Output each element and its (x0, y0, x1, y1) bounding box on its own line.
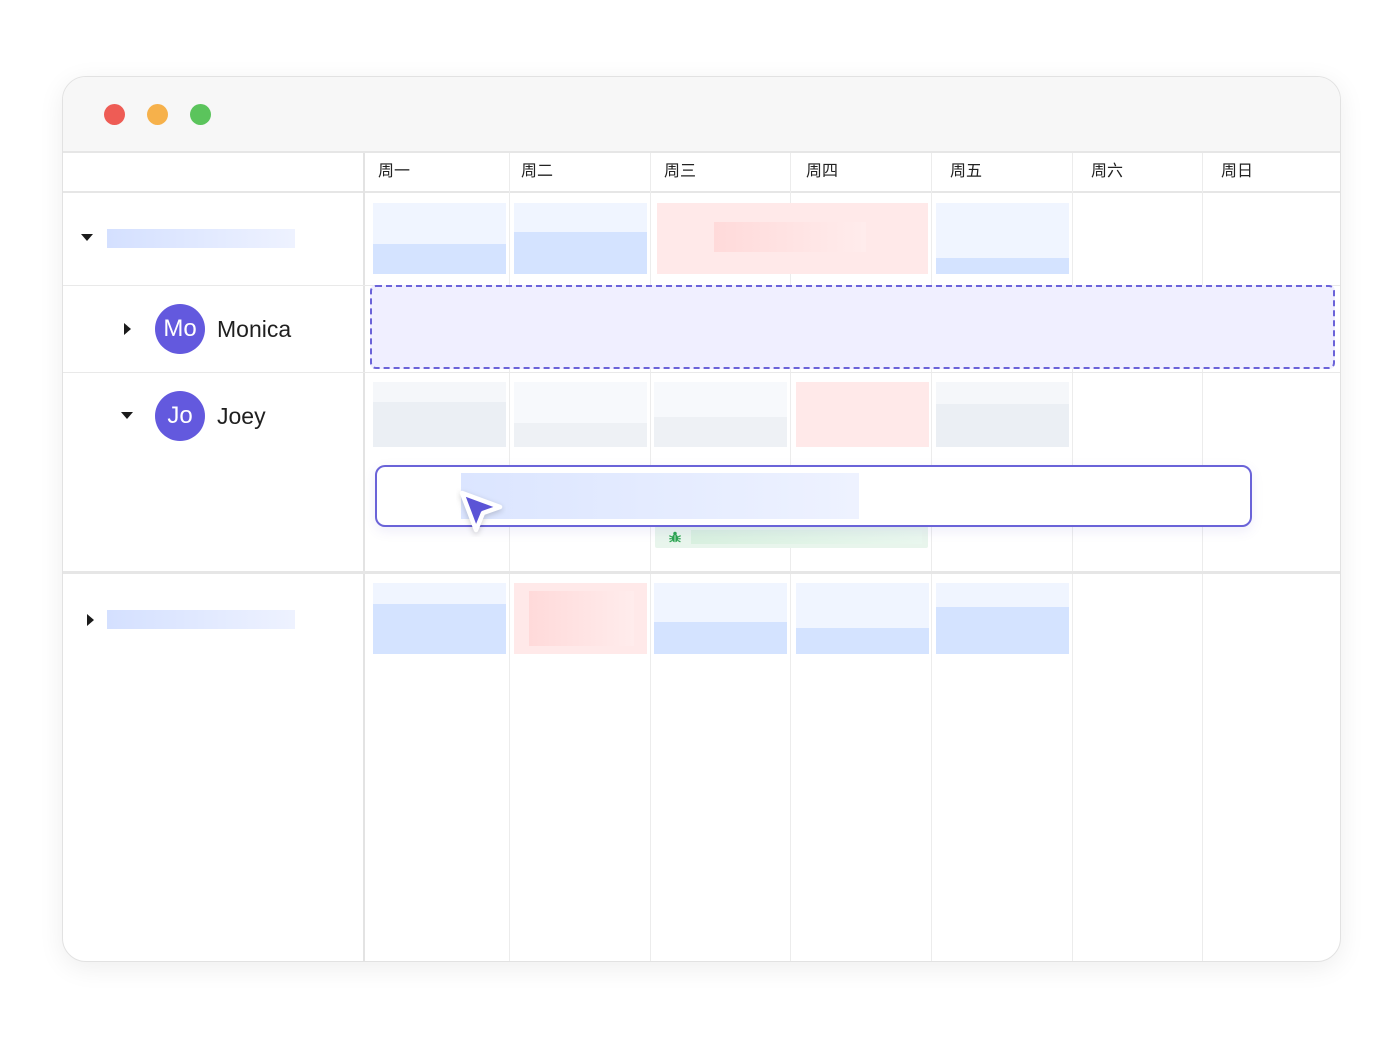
bug-icon (669, 531, 681, 543)
avatar: Jo (155, 391, 205, 441)
task-block[interactable] (514, 203, 647, 274)
dragging-task-bar[interactable] (375, 465, 1252, 527)
day-header-thu: 周四 (806, 163, 839, 180)
grid-column-line (509, 153, 510, 961)
sidebar-divider (363, 153, 365, 961)
task-progress (936, 607, 1069, 654)
close-window-button[interactable] (104, 104, 125, 125)
bug-task-bar[interactable] (655, 526, 928, 548)
day-header-row: 周一 周二 周三 周四 周五 周六 周日 (63, 153, 1340, 193)
group-label-placeholder (107, 229, 295, 248)
day-header-mon: 周一 (378, 163, 411, 180)
bug-task-progress (691, 530, 922, 544)
task-progress (654, 622, 787, 654)
day-header-wed: 周三 (664, 163, 697, 180)
task-progress (936, 404, 1069, 447)
task-progress (654, 417, 787, 447)
cursor-arrow-icon (459, 490, 503, 533)
dragging-task-progress (461, 473, 859, 519)
grid-column-line (1072, 153, 1073, 961)
task-block-overdue[interactable] (514, 583, 647, 654)
task-inner-bar (529, 591, 634, 646)
task-block[interactable] (654, 583, 787, 654)
task-progress (796, 628, 929, 654)
grid-column-line (790, 153, 791, 961)
task-block-dimmed[interactable] (936, 382, 1069, 447)
task-block[interactable] (373, 203, 506, 274)
person-name: Monica (217, 316, 292, 342)
group-label-placeholder (107, 610, 295, 629)
group-expand-toggle[interactable] (87, 614, 94, 626)
task-progress (514, 232, 647, 274)
group-expand-toggle[interactable] (81, 234, 93, 241)
person-name: Joey (217, 403, 266, 429)
task-block-overdue[interactable] (796, 382, 929, 447)
task-block-dimmed[interactable] (514, 382, 647, 447)
person-collapse-toggle[interactable] (121, 412, 133, 419)
row-divider (63, 372, 1340, 373)
task-progress (373, 402, 506, 447)
grid-column-line (1202, 153, 1203, 961)
day-header-fri: 周五 (950, 163, 983, 180)
task-block[interactable] (936, 203, 1069, 274)
avatar: Mo (155, 304, 205, 354)
task-progress (373, 604, 506, 654)
task-progress (373, 244, 506, 274)
row-selection-highlight[interactable] (370, 285, 1335, 369)
day-header-tue: 周二 (521, 163, 554, 180)
task-inner-bar (714, 222, 866, 252)
task-block-overdue[interactable] (657, 203, 928, 274)
grid-column-line (650, 153, 651, 961)
day-header-sat: 周六 (1091, 163, 1124, 180)
title-bar (63, 77, 1340, 153)
minimize-window-button[interactable] (147, 104, 168, 125)
task-block-dimmed[interactable] (654, 382, 787, 447)
task-block-dimmed[interactable] (373, 382, 506, 447)
task-progress (936, 258, 1069, 274)
zoom-window-button[interactable] (190, 104, 211, 125)
day-header-sun: 周日 (1221, 163, 1254, 180)
person-expand-toggle[interactable] (124, 323, 131, 335)
group-divider (63, 571, 1340, 574)
task-block[interactable] (796, 583, 929, 654)
task-block[interactable] (373, 583, 506, 654)
app-window: 周一 周二 周三 周四 周五 周六 周日 Mo Monica Jo Joey (62, 76, 1341, 962)
grid-column-line (931, 153, 932, 961)
task-progress (514, 423, 647, 447)
task-block[interactable] (936, 583, 1069, 654)
